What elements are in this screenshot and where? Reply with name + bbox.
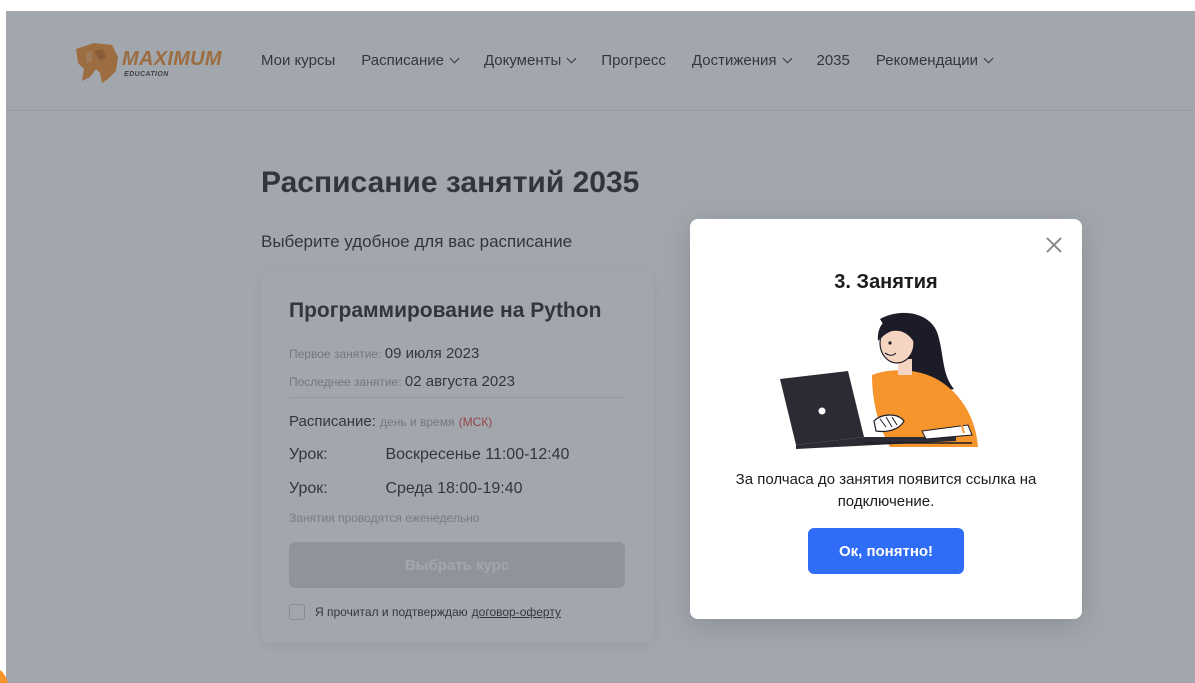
info-modal: 3. Занятия За полчаса до занятия появитс…	[690, 219, 1082, 619]
app-frame: MAXIMUM EDUCATION Мои курсы Расписание Д…	[6, 11, 1195, 683]
modal-text: За полчаса до занятия появится ссылка на…	[735, 471, 1037, 510]
orange-corner-icon	[0, 670, 8, 683]
modal-title: 3. Занятия	[834, 271, 938, 293]
woman-laptop-illustration-icon	[780, 312, 978, 449]
ok-button[interactable]: Ок, понятно!	[808, 528, 964, 574]
close-icon[interactable]	[1044, 235, 1064, 255]
